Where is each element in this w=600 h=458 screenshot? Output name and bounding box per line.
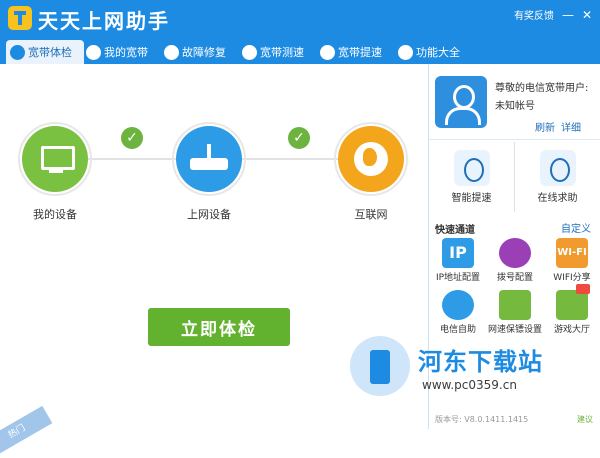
shortcut-title: 快速通道 bbox=[435, 225, 475, 236]
shortcut-label: 网速保镖设置 bbox=[487, 325, 542, 335]
footer: 版本号: V8.0.1411.1415 建议 bbox=[429, 407, 600, 429]
tab-label: 宽带提速 bbox=[338, 46, 382, 59]
customize-link[interactable]: 自定义 bbox=[561, 220, 591, 235]
shortcut-ip-config[interactable]: IP IP地址配置 bbox=[429, 238, 487, 288]
node-label-my-device: 我的设备 bbox=[33, 208, 77, 221]
watermark-url: www.pc0359.cn bbox=[422, 378, 517, 392]
router-icon bbox=[190, 158, 228, 170]
tab-bar: 宽带体检 我的宽带 故障修复 宽带测速 宽带提速 功能大全 bbox=[0, 38, 600, 64]
minimize-button[interactable]: — bbox=[562, 9, 574, 21]
window-controls: 有奖反馈 — ✕ bbox=[514, 7, 592, 23]
shortcut-speed-guard[interactable]: 网速保镖设置 bbox=[486, 290, 544, 340]
start-check-button[interactable]: 立即体检 bbox=[148, 308, 290, 346]
version-text: 版本号: V8.0.1411.1415 bbox=[435, 415, 529, 424]
tab-fault-repair[interactable]: 故障修复 bbox=[164, 40, 236, 64]
online-help-button[interactable]: 在线求助 bbox=[515, 142, 600, 212]
shortcut-game-hall[interactable]: 游戏大厅 bbox=[543, 284, 600, 340]
shortcut-wifi-share[interactable]: WI-FI WIFI分享 bbox=[543, 238, 600, 288]
shortcut-label: 游戏大厅 bbox=[553, 325, 590, 335]
app-logo-icon bbox=[8, 6, 32, 30]
tab-speed-test[interactable]: 宽带测速 bbox=[242, 40, 314, 64]
monitor-icon bbox=[41, 146, 75, 170]
tab-label: 故障修复 bbox=[182, 46, 226, 59]
close-button[interactable]: ✕ bbox=[582, 9, 592, 21]
quick-label: 在线求助 bbox=[537, 193, 578, 204]
connection-line bbox=[88, 158, 176, 160]
feedback-link[interactable]: 有奖反馈 bbox=[514, 7, 554, 22]
tab-my-broadband[interactable]: 我的宽带 bbox=[86, 40, 158, 64]
user-greeting: 尊敬的电信宽带用户: bbox=[495, 83, 589, 94]
rocket-icon bbox=[453, 150, 490, 186]
gamepad-icon bbox=[556, 284, 590, 320]
speedometer-icon bbox=[242, 44, 257, 60]
monitor-base bbox=[49, 170, 63, 173]
user-card: 尊敬的电信宽带用户: 未知帐号 刷新 详细 bbox=[429, 64, 600, 140]
shortcut-label: 电信自助 bbox=[439, 325, 476, 335]
tab-all-features[interactable]: 功能大全 bbox=[398, 40, 470, 64]
user-head-icon bbox=[453, 85, 475, 109]
shortcut-label: 拨号配置 bbox=[496, 273, 533, 283]
toolbox-icon bbox=[164, 44, 179, 60]
node-label-internet: 互联网 bbox=[354, 208, 388, 221]
user-account: 未知帐号 bbox=[495, 101, 535, 112]
rocket-icon bbox=[320, 44, 335, 60]
watermark: 河东下载站 www.pc0359.cn bbox=[350, 336, 600, 396]
shortcut-dial-config[interactable]: 拨号配置 bbox=[486, 238, 544, 288]
node-label-network-device: 上网设备 bbox=[187, 208, 231, 221]
shortcut-telecom-self-service[interactable]: 电信自助 bbox=[429, 290, 487, 340]
connection-line bbox=[242, 158, 338, 160]
user-body-icon bbox=[445, 107, 481, 125]
check-icon: ✓ bbox=[288, 127, 310, 149]
suggest-link[interactable]: 建议 bbox=[577, 414, 593, 425]
watermark-title: 河东下载站 bbox=[418, 348, 543, 376]
router-antenna bbox=[207, 144, 211, 158]
title-bar: 天天上网助手 有奖反馈 — ✕ bbox=[0, 0, 600, 38]
internet-node bbox=[334, 122, 408, 196]
tab-label: 功能大全 bbox=[416, 46, 460, 59]
check-shield-icon bbox=[10, 44, 25, 60]
new-badge bbox=[576, 284, 590, 294]
ip-icon: IP bbox=[442, 238, 474, 268]
tab-speed-up[interactable]: 宽带提速 bbox=[320, 40, 392, 64]
app-title: 天天上网助手 bbox=[38, 9, 170, 33]
tab-label: 我的宽带 bbox=[104, 46, 148, 59]
globe-icon bbox=[86, 44, 101, 60]
avatar[interactable] bbox=[435, 76, 487, 128]
hot-ribbon[interactable]: 热门 bbox=[0, 405, 53, 458]
globe-land bbox=[363, 148, 377, 166]
my-device-node bbox=[18, 122, 92, 196]
detail-link[interactable]: 详细 bbox=[561, 119, 581, 134]
wifi-icon: WI-FI bbox=[556, 238, 588, 268]
shortcut-label: IP地址配置 bbox=[435, 273, 481, 283]
tab-broadband-check[interactable]: 宽带体检 bbox=[6, 40, 84, 64]
smart-speedup-button[interactable]: 智能提速 bbox=[429, 142, 515, 212]
tab-label: 宽带体检 bbox=[28, 46, 72, 59]
tab-label: 宽带测速 bbox=[260, 46, 304, 59]
phone-dial-icon bbox=[499, 238, 531, 268]
shortcut-label: WIFI分享 bbox=[553, 273, 591, 283]
check-icon: ✓ bbox=[121, 127, 143, 149]
telecom-icon bbox=[442, 290, 474, 320]
watermark-logo-icon bbox=[350, 336, 410, 396]
support-agent-icon bbox=[539, 150, 576, 186]
quick-label: 智能提速 bbox=[451, 193, 492, 204]
guard-icon bbox=[499, 290, 531, 320]
apps-icon bbox=[398, 44, 413, 60]
refresh-link[interactable]: 刷新 bbox=[535, 119, 555, 134]
network-device-node bbox=[172, 122, 246, 196]
